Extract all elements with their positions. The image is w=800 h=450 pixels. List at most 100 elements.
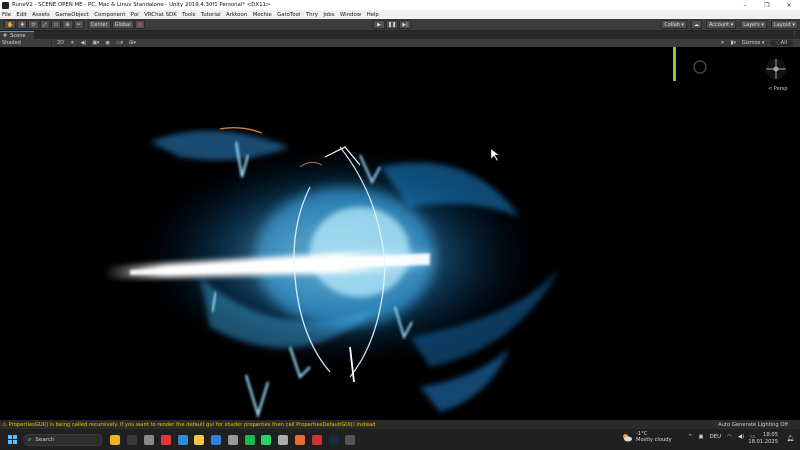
rotate-tool-icon[interactable]: ⟳ — [28, 20, 39, 29]
step-icon[interactable]: ▶| — [399, 20, 411, 29]
menu-component[interactable]: Component — [94, 12, 125, 18]
menu-poi[interactable]: Poi — [131, 12, 139, 18]
menu-bar: File Edit Assets GameObject Component Po… — [0, 10, 800, 19]
scene-toolbar-right: ✕ ▮▾ Gizmos ▾ ◌All — [717, 39, 796, 47]
window-title-bar: RuneV2 - SCENE OPEN ME - PC, Mac & Linux… — [0, 0, 800, 10]
editor-tab-bar: # Scene ⋮ — [0, 31, 800, 39]
2d-toggle[interactable]: 2D — [57, 40, 64, 46]
app-unity-icon[interactable] — [143, 434, 154, 445]
app-firefox-icon[interactable] — [294, 434, 305, 445]
tray-chevron-icon[interactable]: ^ — [688, 434, 693, 440]
menu-thry[interactable]: Thry — [306, 12, 318, 18]
menu-gameobject[interactable]: GameObject — [55, 12, 89, 18]
app-media-icon[interactable] — [160, 434, 171, 445]
pivot-global-button[interactable]: Global — [111, 20, 134, 29]
camera-settings-icon[interactable]: ▮▾ — [731, 40, 736, 46]
scene-toolbar: Shaded 2D ☀ ◀) ▣▾ ◉ ▭▾ ⊞▾ ✕ ▮▾ Gizmos ▾ … — [0, 39, 800, 47]
tools-wrench-icon[interactable]: ✕ — [720, 40, 724, 46]
app-explorer-icon[interactable] — [110, 434, 121, 445]
tray-app-icon[interactable]: ▣ — [699, 434, 704, 440]
app-terminal-icon[interactable] — [127, 434, 138, 445]
app-folder-icon[interactable] — [194, 434, 205, 445]
menu-help[interactable]: Help — [367, 12, 379, 18]
menu-tools[interactable]: Tools — [182, 12, 195, 18]
weather-desc: Mostly cloudy — [636, 437, 672, 443]
menu-tutorial[interactable]: Tutorial — [201, 12, 221, 18]
vfx-render — [105, 47, 786, 419]
minimize-button[interactable]: – — [734, 0, 756, 10]
pause-icon[interactable]: ❚❚ — [386, 20, 398, 29]
layout-dropdown[interactable]: Layout ▾ — [770, 20, 798, 29]
app-unity-hub-icon[interactable] — [345, 434, 356, 445]
app-spotify-icon[interactable] — [244, 434, 255, 445]
move-tool-icon[interactable]: ✥ — [17, 20, 28, 29]
wifi-icon[interactable]: ◠ — [727, 434, 732, 440]
taskbar-apps — [107, 434, 359, 445]
play-icon[interactable]: ▶ — [373, 20, 385, 29]
app-steam-icon[interactable] — [328, 434, 339, 445]
maximize-button[interactable]: ❐ — [756, 0, 778, 10]
scene-search-field[interactable]: ◌All — [770, 40, 793, 46]
hand-tool-icon[interactable]: ✋ — [4, 20, 17, 29]
cloud-icon[interactable]: ☁ — [690, 20, 702, 29]
layers-dropdown[interactable]: Layers ▾ — [740, 20, 767, 29]
menu-file[interactable]: File — [2, 12, 11, 18]
weather-widget[interactable]: -1°C Mostly cloudy — [622, 431, 672, 443]
app-vscode-icon[interactable] — [278, 434, 289, 445]
menu-gatotool[interactable]: GatoTool — [277, 12, 300, 18]
console-message[interactable]: PropertiesGUI() is being called recursiv… — [9, 422, 376, 428]
menu-vrchat-sdk[interactable]: VRChat SDK — [144, 12, 177, 18]
main-toolbar: ✋ ✥ ⟳ ⤢ ▭ ⊕ ✂ Center Global ▦ ▶ ❚❚ ▶| Co… — [0, 19, 800, 31]
taskbar-search[interactable]: ⌕ Search — [23, 433, 103, 446]
scale-tool-icon[interactable]: ⤢ — [39, 20, 50, 29]
scene-camera-icon[interactable]: ▭▾ — [116, 40, 123, 46]
lighting-toggle-icon[interactable]: ☀ — [70, 40, 74, 46]
scene-orientation-gizmo[interactable] — [766, 59, 786, 79]
clock-time: 18:05 — [763, 432, 778, 438]
app-edge-icon[interactable] — [177, 434, 188, 445]
app-chrome-icon[interactable] — [211, 434, 222, 445]
taskbar-clock[interactable]: 18:05 18.01.2025 — [748, 432, 778, 446]
volume-icon[interactable]: ◀) — [738, 434, 744, 440]
rune-glyph — [244, 374, 270, 419]
light-gizmo — [673, 47, 676, 81]
app-blender-icon[interactable] — [311, 434, 322, 445]
pivot-toggles: Center Global ▦ — [87, 20, 146, 29]
persp-label[interactable]: < Persp — [768, 86, 788, 92]
effects-toggle-icon[interactable]: ▣▾ — [92, 40, 99, 46]
tools-toggle-icon[interactable]: ⊞▾ — [129, 40, 136, 46]
pivot-center-button[interactable]: Center — [87, 20, 111, 29]
menu-arktoon[interactable]: Arktoon — [226, 12, 247, 18]
gizmos-dropdown[interactable]: Gizmos ▾ — [742, 40, 765, 46]
hidden-objects-icon[interactable]: ◉ — [106, 40, 110, 46]
tray-language[interactable]: DEU — [710, 434, 722, 440]
menu-edit[interactable]: Edit — [16, 12, 26, 18]
rect-tool-icon[interactable]: ▭ — [50, 20, 62, 29]
windows-start-icon[interactable] — [8, 435, 17, 444]
menu-window[interactable]: Window — [340, 12, 361, 18]
collab-button[interactable]: Collab ▾ — [661, 20, 687, 29]
audio-toggle-icon[interactable]: ◀) — [81, 40, 87, 46]
scene-tab-label: Scene — [10, 32, 26, 39]
scene-viewport[interactable]: < Persp — [0, 47, 800, 420]
custom-tool-icon[interactable]: ✂ — [73, 20, 84, 29]
console-status-bar[interactable]: ⚠ PropertiesGUI() is being called recurs… — [0, 420, 800, 429]
snap-grid-icon[interactable]: ▦ — [134, 20, 146, 29]
transform-tool-icon[interactable]: ⊕ — [62, 20, 73, 29]
menu-assets[interactable]: Assets — [32, 12, 50, 18]
lighting-status: Auto Generate Lighting Off — [718, 421, 788, 428]
close-button[interactable]: ✕ — [778, 0, 800, 10]
camera-gizmo — [693, 60, 707, 74]
app-gear-icon[interactable] — [227, 434, 238, 445]
right-toolbar: Collab ▾ ☁ Account ▾ Layers ▾ Layout ▾ — [657, 20, 798, 29]
transform-tools: ✋ ✥ ⟳ ⤢ ▭ ⊕ ✂ — [3, 20, 84, 29]
app-whatsapp-icon[interactable] — [261, 434, 272, 445]
tab-scene[interactable]: # Scene — [0, 31, 34, 39]
menu-mochie[interactable]: Mochie — [253, 12, 272, 18]
tab-menu-icon[interactable]: ⋮ — [792, 31, 797, 37]
account-dropdown[interactable]: Account ▾ — [705, 20, 737, 29]
notification-bell-icon[interactable]: 🔔︎ — [786, 435, 794, 442]
shading-mode-dropdown[interactable]: Shaded — [0, 39, 52, 47]
window-title: RuneV2 - SCENE OPEN ME - PC, Mac & Linux… — [12, 2, 271, 8]
menu-jobs[interactable]: Jobs — [323, 12, 334, 18]
